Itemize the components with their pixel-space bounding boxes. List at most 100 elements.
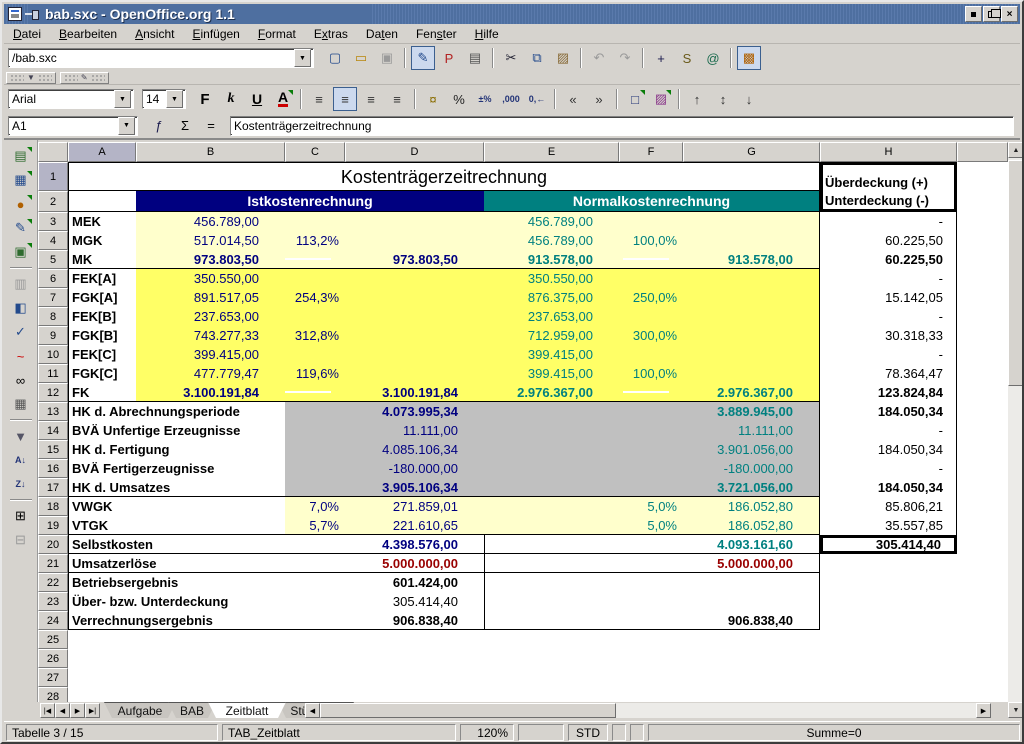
row-header-24[interactable]: 24	[38, 611, 68, 630]
cell-d26[interactable]	[345, 649, 484, 668]
background-color-icon[interactable]: ▨	[649, 87, 673, 111]
equals-icon[interactable]: =	[199, 114, 223, 138]
row-header-4[interactable]: 4	[38, 231, 68, 250]
undo-icon[interactable]: ↶	[587, 46, 611, 70]
cell-c25[interactable]	[285, 630, 345, 649]
number-percent-icon[interactable]: %	[447, 87, 471, 111]
cell-h5[interactable]: 60.225,50	[820, 250, 957, 269]
gallery-icon[interactable]: ▩	[737, 46, 761, 70]
bold-icon[interactable]: F	[193, 87, 217, 111]
cell-b27[interactable]	[136, 668, 285, 687]
cell-d10[interactable]	[345, 345, 484, 364]
spellcheck-icon[interactable]: ✓	[8, 320, 34, 344]
scroll-left-icon[interactable]: ◀	[305, 703, 320, 718]
number-standard-icon[interactable]: ±%	[473, 87, 497, 111]
cell-g10[interactable]	[683, 345, 820, 364]
cell-e24[interactable]	[484, 611, 619, 630]
redo-icon[interactable]: ↷	[613, 46, 637, 70]
cell-f23[interactable]	[619, 592, 683, 611]
cell-e25[interactable]	[484, 630, 619, 649]
cell-c8[interactable]	[285, 307, 345, 326]
number-currency-icon[interactable]: ¤	[421, 87, 445, 111]
row-header-7[interactable]: 7	[38, 288, 68, 307]
cell-a3[interactable]: MEK	[68, 212, 136, 231]
menu-daten[interactable]: Daten	[357, 25, 407, 43]
cell-h20[interactable]: 305.414,40	[820, 535, 957, 554]
ungroup-icon[interactable]: ⊟	[8, 528, 34, 552]
cell-a11[interactable]: FGK[C]	[68, 364, 136, 383]
empty-sheet-area[interactable]	[957, 162, 1008, 702]
cell-f4[interactable]: 100,0%	[619, 231, 683, 250]
cell-f20[interactable]	[619, 535, 683, 554]
cell-c19[interactable]: 5,7%	[285, 516, 345, 535]
cell-h23[interactable]	[820, 592, 957, 611]
cell-f14[interactable]	[619, 421, 683, 440]
cell-b28[interactable]	[136, 687, 285, 702]
cell-h19[interactable]: 35.557,85	[820, 516, 957, 535]
cell-c13[interactable]	[285, 402, 345, 421]
cell-b19[interactable]	[136, 516, 285, 535]
cell-d13[interactable]: 4.073.995,34	[345, 402, 484, 421]
cell-e23[interactable]	[484, 592, 619, 611]
cell-h8[interactable]: -	[820, 307, 957, 326]
cell-f6[interactable]	[619, 269, 683, 288]
styles-icon[interactable]: S	[675, 46, 699, 70]
row-header-16[interactable]: 16	[38, 459, 68, 478]
insert-sheet-icon[interactable]: ▥	[8, 272, 34, 296]
vertical-scrollbar[interactable]: ▲ ▼	[1008, 142, 1024, 718]
cell-d22[interactable]: 601.424,00	[345, 573, 484, 592]
cell-c17[interactable]	[285, 478, 345, 497]
cell-a28[interactable]	[68, 687, 136, 702]
row-header-10[interactable]: 10	[38, 345, 68, 364]
row-header-15[interactable]: 15	[38, 440, 68, 459]
cell-c21[interactable]	[285, 554, 345, 573]
cell-c28[interactable]	[285, 687, 345, 702]
cell-c16[interactable]	[285, 459, 345, 478]
cell-g23[interactable]	[683, 592, 820, 611]
cell-g28[interactable]	[683, 687, 820, 702]
cell-d5[interactable]: 973.803,50	[345, 250, 484, 269]
select-all-corner[interactable]	[38, 142, 68, 162]
cell-h16[interactable]: -	[820, 459, 957, 478]
cell-g5[interactable]: 913.578,00	[683, 250, 820, 269]
cell-d19[interactable]: 221.610,65	[345, 516, 484, 535]
last-sheet-button[interactable]: ▶|	[85, 703, 100, 718]
cell-h15[interactable]: 184.050,34	[820, 440, 957, 459]
cell-e7[interactable]: 876.375,00	[484, 288, 619, 307]
align-center-vertical-icon[interactable]: ↕	[711, 87, 735, 111]
sheet-tab-aufgabe[interactable]: Aufgabe	[104, 702, 176, 718]
cell-a13[interactable]: HK d. Abrechnungsperiode	[68, 402, 285, 421]
next-sheet-button[interactable]: ▶	[70, 703, 85, 718]
number-del-decimal-icon[interactable]: 0,←	[525, 87, 549, 111]
cell-c14[interactable]	[285, 421, 345, 440]
cell-e18[interactable]	[484, 497, 619, 516]
autoformat-icon[interactable]: ◧	[8, 296, 34, 320]
number-add-decimal-icon[interactable]: ,000	[499, 87, 523, 111]
cell-reference-input[interactable]	[9, 118, 118, 134]
row-header-27[interactable]: 27	[38, 668, 68, 687]
cell-d11[interactable]	[345, 364, 484, 383]
cell-e20[interactable]	[484, 535, 619, 554]
cell-b2[interactable]: Istkostenrechnung	[136, 191, 484, 212]
cell-f17[interactable]	[619, 478, 683, 497]
cell-b6[interactable]: 350.550,00	[136, 269, 285, 288]
cell-e4[interactable]: 456.789,00	[484, 231, 619, 250]
column-header-g[interactable]: G	[683, 142, 820, 162]
scroll-up-icon[interactable]: ▲	[1008, 142, 1024, 158]
copy-icon[interactable]: ⧉	[525, 46, 549, 70]
cell-f12[interactable]	[619, 383, 683, 402]
cell-c23[interactable]	[285, 592, 345, 611]
row-header-19[interactable]: 19	[38, 516, 68, 535]
menu-einfgen[interactable]: Einfügen	[183, 25, 248, 43]
form-controls-icon[interactable]: ▣	[8, 240, 34, 264]
cell-g7[interactable]	[683, 288, 820, 307]
cell-a6[interactable]: FEK[A]	[68, 269, 136, 288]
cell-a10[interactable]: FEK[C]	[68, 345, 136, 364]
cell-e11[interactable]: 399.415,00	[484, 364, 619, 383]
cell-a24[interactable]: Verrechnungsergebnis	[68, 611, 285, 630]
align-top-icon[interactable]: ↑	[685, 87, 709, 111]
status-selection-mode[interactable]: STD	[568, 724, 608, 741]
collapsed-toolbar-2[interactable]: ✎	[60, 72, 109, 84]
cell-a9[interactable]: FGK[B]	[68, 326, 136, 345]
cell-g4[interactable]	[683, 231, 820, 250]
